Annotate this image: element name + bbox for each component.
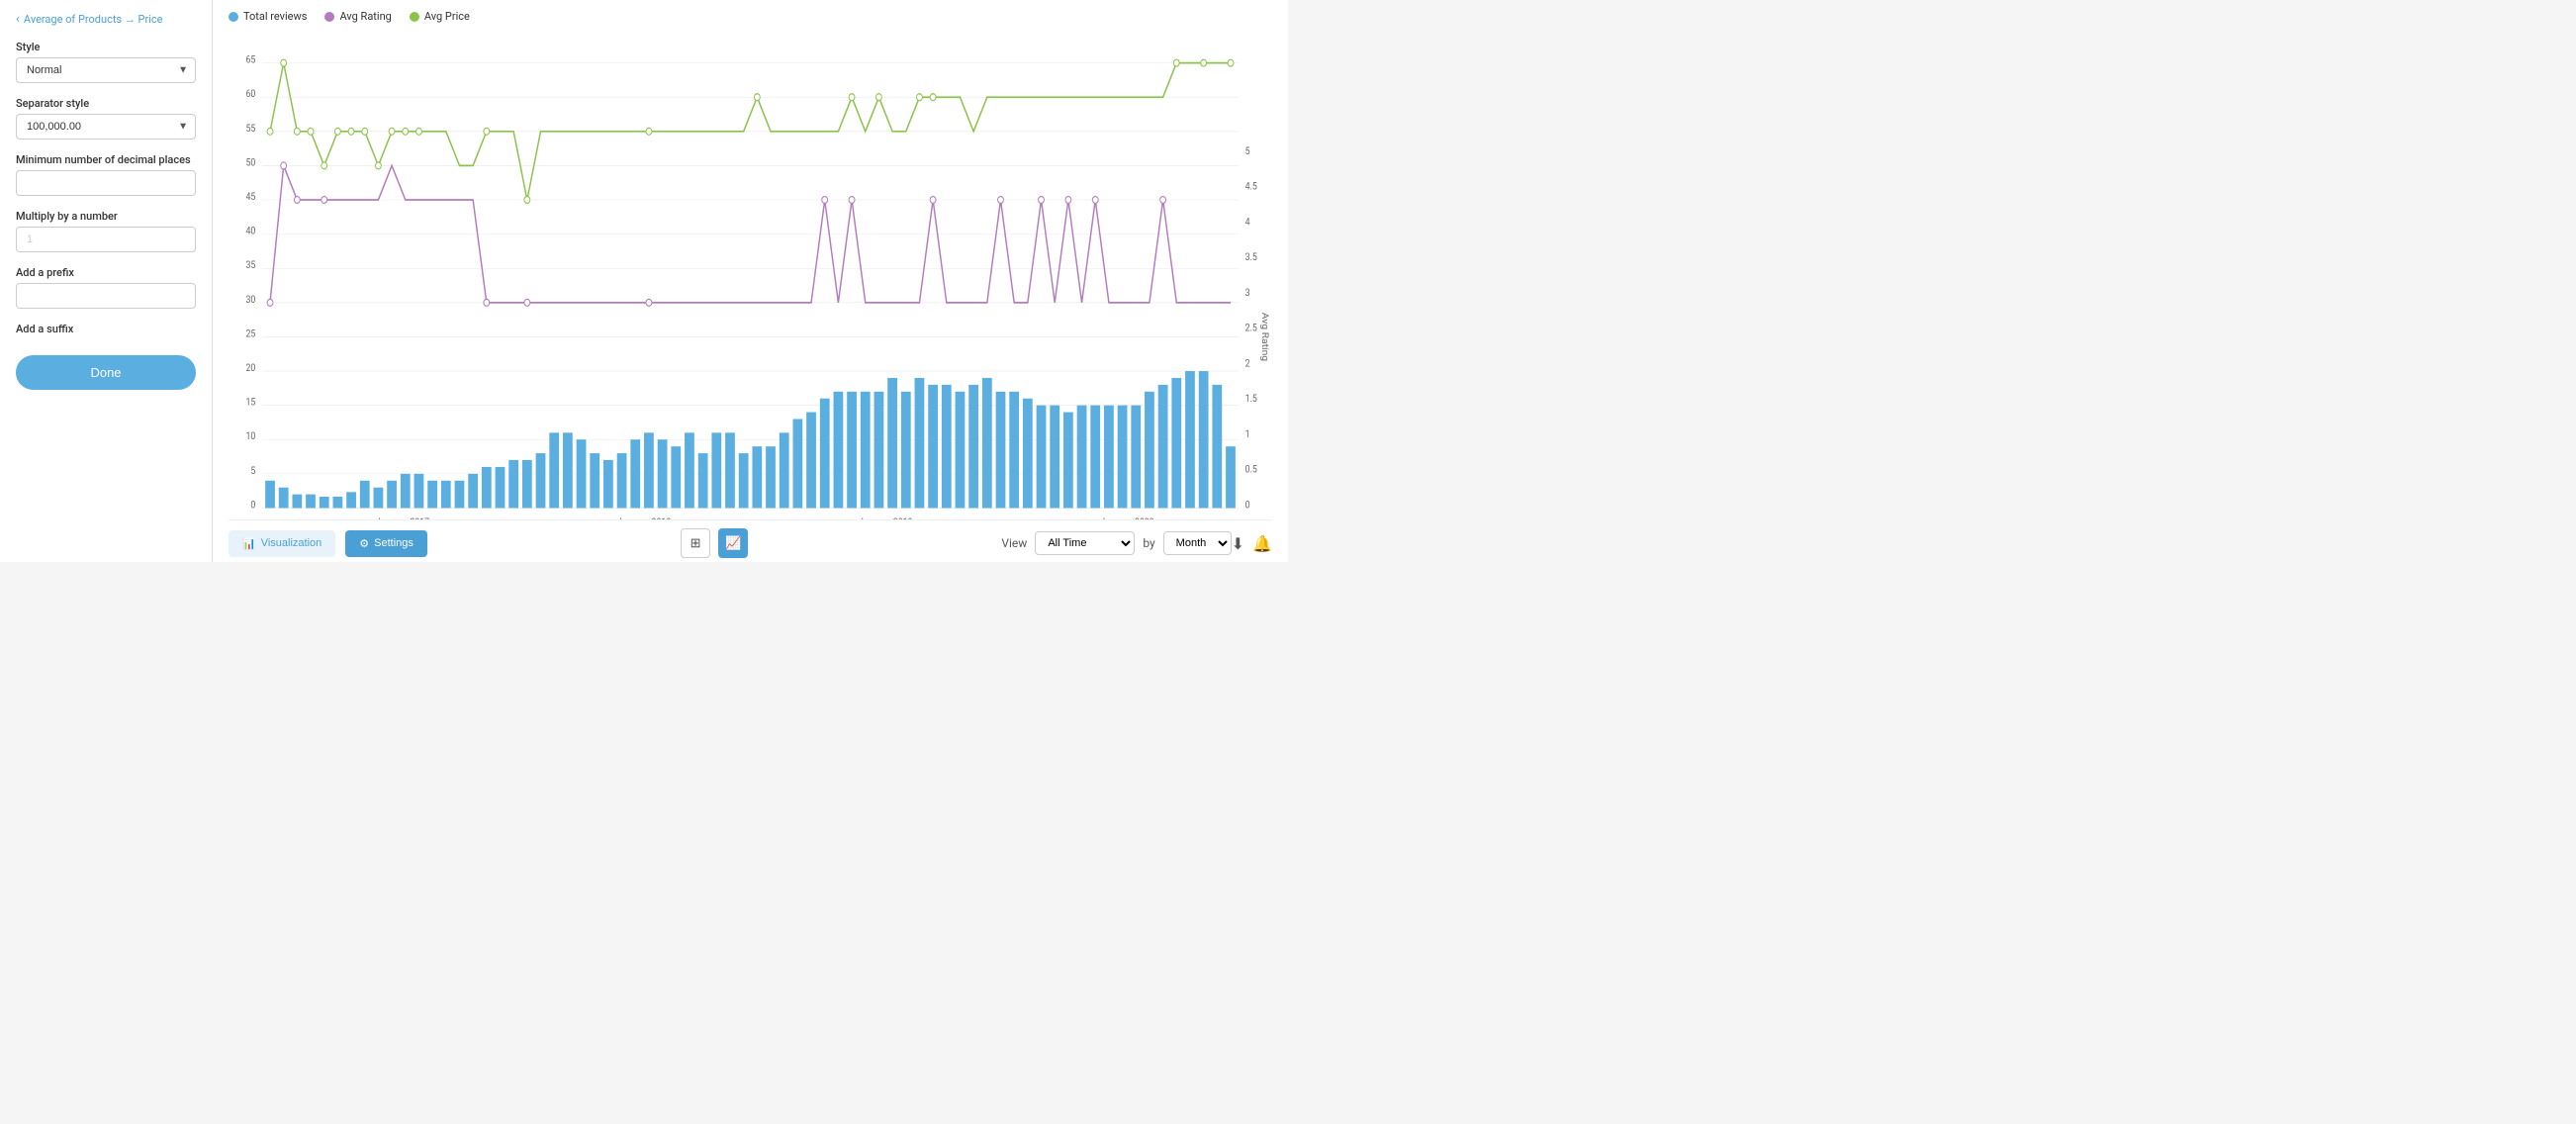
left-panel: ‹ Average of Products → Price Style Norm… [0,0,213,562]
style-section: Style Normal ▼ [16,41,196,83]
x-axis-ticks: January, 2017 January, 2018 January, 201… [376,516,1154,519]
prefix-input[interactable] [16,283,196,309]
svg-text:55: 55 [245,123,255,135]
bottom-controls: 📊 Visualization ⚙ Settings ⊞ 📈 View All … [229,519,1272,562]
svg-text:January, 2018: January, 2018 [617,516,671,519]
all-time-select[interactable]: All Time Last 7 days Last 30 days [1035,531,1135,555]
min-decimal-input[interactable] [16,170,196,196]
view-label: View [1001,536,1027,550]
svg-text:1: 1 [1245,428,1250,440]
separator-select-wrapper: 100,000.00 ▼ [16,114,196,140]
svg-text:3.5: 3.5 [1245,252,1258,264]
chart-icon: 📈 [725,536,741,551]
right-panel: Total reviews Avg Rating Avg Price 0 5 1… [213,0,1288,562]
by-label: by [1143,536,1154,550]
y-axis-right: 0 0.5 1 1.5 2 2.5 3 3.5 4 4.5 5 [1245,145,1258,511]
legend-label-avg-rating: Avg Rating [339,10,391,23]
chart-container: 0 5 10 15 20 25 30 35 40 45 50 55 60 65 … [229,29,1272,519]
suffix-label: Add a suffix [16,323,196,335]
min-decimal-section: Minimum number of decimal places [16,153,196,196]
prefix-section: Add a prefix [16,266,196,309]
table-icon: ⊞ [690,536,701,551]
bottom-right-icons: ⬇ 🔔 [1232,534,1272,553]
done-button[interactable]: Done [16,355,196,390]
y-axis-right-label: Avg Rating [1259,313,1269,361]
svg-text:40: 40 [245,226,255,237]
svg-text:60: 60 [245,89,255,101]
svg-text:0: 0 [1245,500,1250,512]
legend-dot-total-reviews [229,12,238,22]
svg-text:2.5: 2.5 [1245,323,1258,334]
view-controls: View All Time Last 7 days Last 30 days b… [1001,531,1231,555]
svg-text:45: 45 [245,191,255,203]
svg-text:4: 4 [1245,217,1250,229]
multiply-section: Multiply by a number [16,210,196,252]
min-decimal-label: Minimum number of decimal places [16,153,196,166]
svg-text:January, 2020: January, 2020 [1100,516,1153,519]
download-icon[interactable]: ⬇ [1232,534,1244,553]
legend-item-total-reviews: Total reviews [229,10,307,23]
legend-item-avg-price: Avg Price [410,10,470,23]
chevron-left-icon: ‹ [16,12,20,27]
style-label: Style [16,41,196,53]
breadcrumb[interactable]: ‹ Average of Products → Price [16,12,196,27]
svg-text:0: 0 [250,500,255,512]
multiply-input[interactable] [16,227,196,252]
suffix-section: Add a suffix [16,323,196,335]
legend-dot-avg-rating [324,12,334,22]
y-axis-left: 0 5 10 15 20 25 30 35 40 45 50 55 60 65 [245,54,255,512]
svg-text:1.5: 1.5 [1245,394,1258,406]
svg-text:35: 35 [245,260,255,272]
legend-item-avg-rating: Avg Rating [324,10,391,23]
notification-icon[interactable]: 🔔 [1252,534,1272,553]
svg-text:30: 30 [245,294,255,306]
svg-text:15: 15 [245,397,255,409]
legend-dot-avg-price [410,12,419,22]
multiply-label: Multiply by a number [16,210,196,223]
svg-text:65: 65 [245,54,255,66]
table-view-button[interactable]: ⊞ [681,528,710,558]
settings-tab-button[interactable]: ⚙ Settings [345,530,427,557]
main-chart: 0 5 10 15 20 25 30 35 40 45 50 55 60 65 … [229,29,1272,519]
svg-text:5: 5 [250,465,255,477]
month-select[interactable]: Month Week Day [1163,531,1232,555]
style-select[interactable]: Normal [16,57,196,83]
svg-text:20: 20 [245,362,255,374]
svg-text:50: 50 [245,157,255,169]
settings-icon: ⚙ [359,537,369,550]
svg-text:3: 3 [1245,287,1250,299]
svg-text:0.5: 0.5 [1245,464,1258,476]
svg-text:25: 25 [245,328,255,340]
separator-section: Separator style 100,000.00 ▼ [16,97,196,140]
separator-select[interactable]: 100,000.00 [16,114,196,140]
svg-text:4.5: 4.5 [1245,181,1258,193]
visualization-tab-button[interactable]: 📊 Visualization [229,530,335,557]
prefix-label: Add a prefix [16,266,196,279]
chart-legend: Total reviews Avg Rating Avg Price [229,10,1272,23]
svg-text:January, 2017: January, 2017 [376,516,429,519]
legend-label-avg-price: Avg Price [424,10,470,23]
svg-text:5: 5 [1245,145,1250,157]
svg-text:10: 10 [245,431,255,443]
chart-view-button[interactable]: 📈 [718,528,748,558]
legend-label-total-reviews: Total reviews [243,10,307,23]
style-select-wrapper: Normal ▼ [16,57,196,83]
visualization-icon: 📊 [242,537,256,550]
svg-text:2: 2 [1245,358,1250,370]
svg-text:January, 2019: January, 2019 [859,516,912,519]
separator-label: Separator style [16,97,196,110]
